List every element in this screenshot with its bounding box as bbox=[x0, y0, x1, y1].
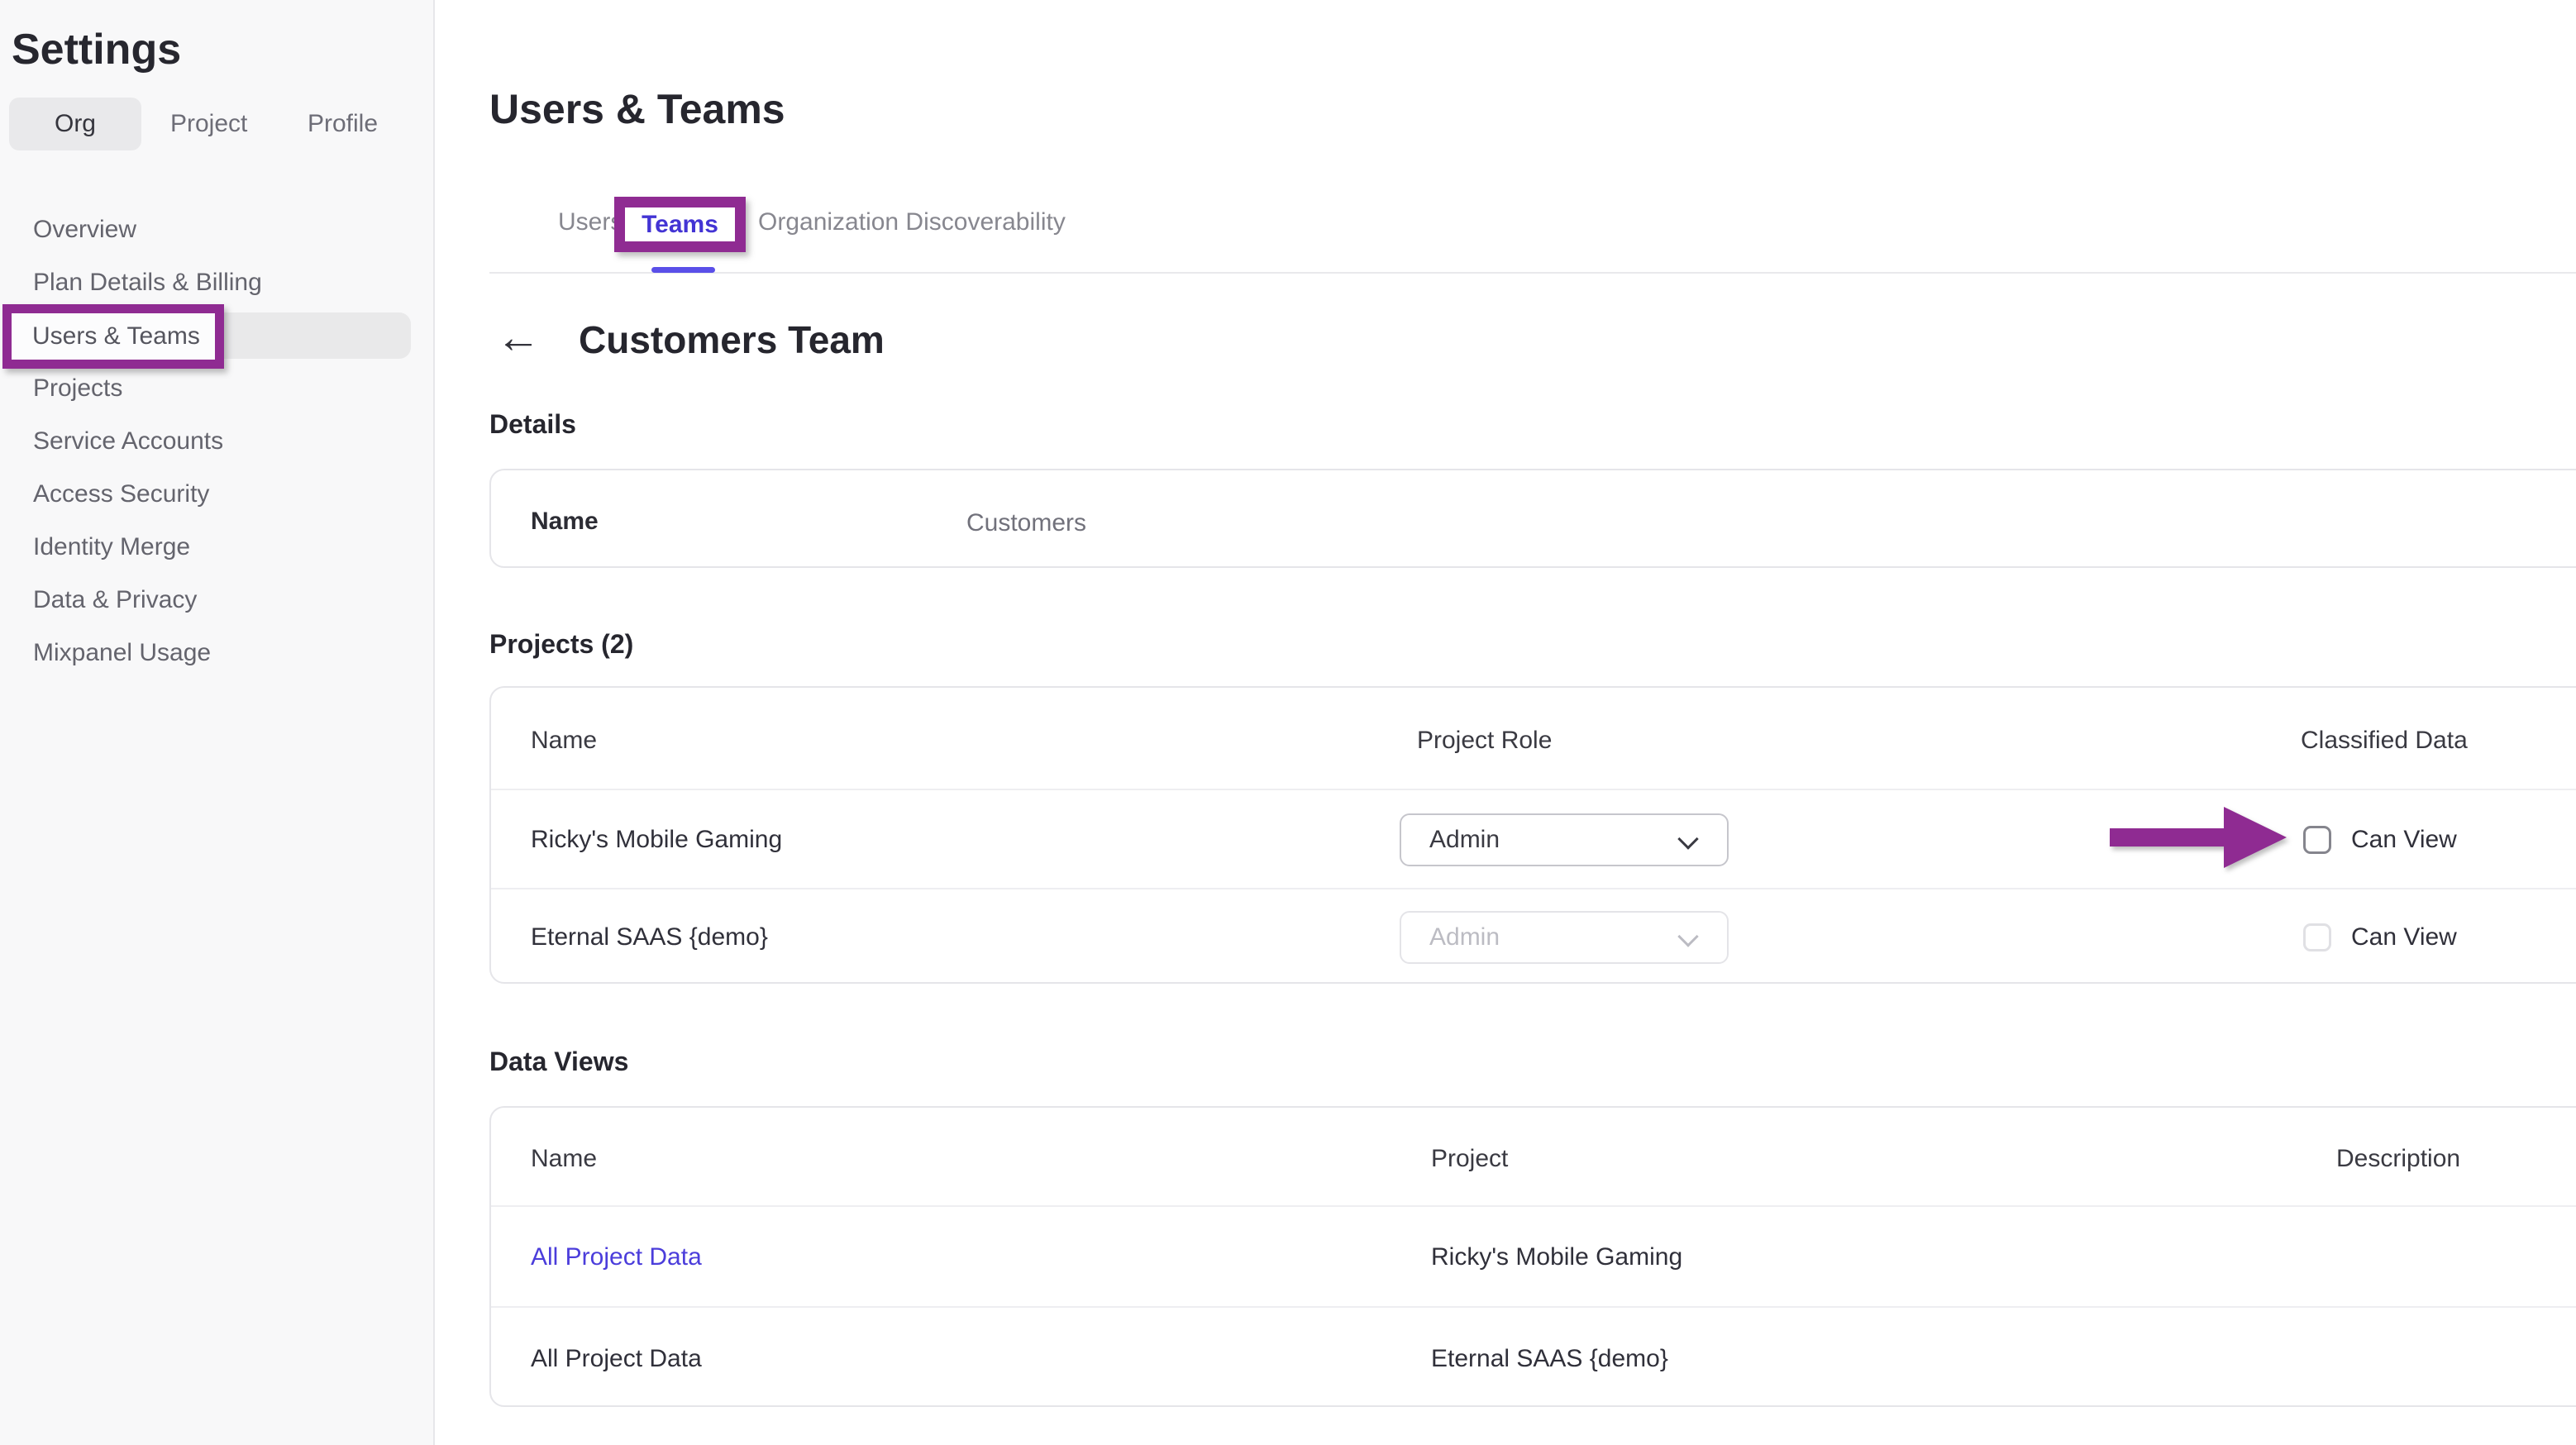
data-views-table: Name Project Description All Project Dat… bbox=[489, 1106, 2576, 1407]
data-view-link[interactable]: All Project Data bbox=[531, 1242, 702, 1272]
scope-tab-project[interactable]: Project bbox=[170, 98, 247, 150]
column-header-project: Project bbox=[1431, 1144, 1508, 1174]
settings-page: Settings Org Project Profile Overview Pl… bbox=[0, 0, 2576, 1445]
can-view-label: Can View bbox=[2351, 825, 2457, 855]
data-view-project: Ricky's Mobile Gaming bbox=[1431, 1242, 1682, 1272]
column-header-description: Description bbox=[2336, 1144, 2460, 1174]
column-header-name: Name bbox=[531, 1144, 597, 1174]
data-view-name[interactable]: All Project Data bbox=[531, 1344, 702, 1374]
page-title: Users & Teams bbox=[489, 86, 785, 132]
tab-organization-discoverability[interactable]: Organization Discoverability bbox=[758, 207, 1066, 237]
projects-heading: Projects (2) bbox=[489, 628, 633, 660]
details-heading: Details bbox=[489, 408, 576, 440]
project-role-select-disabled: Admin bbox=[1400, 911, 1729, 964]
team-title: Customers Team bbox=[579, 318, 885, 361]
sidebar-item-overview[interactable]: Overview bbox=[0, 203, 435, 256]
can-view-checkbox[interactable] bbox=[2303, 923, 2331, 951]
column-header-classified-data: Classified Data bbox=[2301, 726, 2468, 756]
scope-tab-profile[interactable]: Profile bbox=[308, 98, 378, 150]
tab-teams[interactable]: Teams bbox=[642, 210, 718, 240]
annotation-box-users-teams: Users & Teams bbox=[2, 304, 224, 369]
table-row-eternal: Eternal SAAS {demo} Admin Can View bbox=[491, 889, 2576, 985]
project-role-select[interactable]: Admin bbox=[1400, 813, 1729, 866]
can-view-label: Can View bbox=[2351, 923, 2457, 952]
project-name: Ricky's Mobile Gaming bbox=[531, 825, 782, 855]
sidebar-item-plan-details-billing[interactable]: Plan Details & Billing bbox=[0, 256, 435, 309]
can-view-checkbox[interactable] bbox=[2303, 826, 2331, 854]
settings-sidebar: Settings Org Project Profile Overview Pl… bbox=[0, 0, 435, 1445]
sidebar-item-identity-merge[interactable]: Identity Merge bbox=[0, 521, 435, 574]
scope-tab-org[interactable]: Org bbox=[9, 98, 141, 150]
column-header-name: Name bbox=[531, 726, 597, 756]
sidebar-item-data-privacy[interactable]: Data & Privacy bbox=[0, 574, 435, 627]
chevron-down-icon bbox=[1677, 828, 1698, 849]
details-name-value: Customers bbox=[966, 508, 1086, 538]
annotation-box-teams-tab[interactable]: Teams bbox=[614, 197, 746, 252]
details-name-label: Name bbox=[531, 507, 599, 537]
annotation-arrow bbox=[2110, 807, 2287, 868]
sidebar-item-access-security[interactable]: Access Security bbox=[0, 468, 435, 521]
tabs-divider bbox=[489, 272, 2576, 274]
back-arrow-icon[interactable]: ← bbox=[496, 315, 541, 360]
sidebar-title: Settings bbox=[12, 25, 181, 74]
table-row-all-project-data-1: All Project Data Ricky's Mobile Gaming bbox=[491, 1207, 2576, 1308]
details-card: Name Customers bbox=[489, 469, 2576, 568]
chevron-down-icon bbox=[1677, 926, 1698, 947]
sidebar-item-service-accounts[interactable]: Service Accounts bbox=[0, 415, 435, 468]
project-name: Eternal SAAS {demo} bbox=[531, 923, 768, 952]
sidebar-item-projects[interactable]: Projects bbox=[0, 362, 435, 415]
table-row-all-project-data-2: All Project Data Eternal SAAS {demo} bbox=[491, 1308, 2576, 1409]
data-views-heading: Data Views bbox=[489, 1046, 628, 1077]
active-tab-underline bbox=[651, 267, 715, 273]
data-views-header-row: Name Project Description bbox=[491, 1108, 2576, 1207]
projects-header-row: Name Project Role Classified Data bbox=[491, 688, 2576, 790]
data-view-project: Eternal SAAS {demo} bbox=[1431, 1344, 1668, 1374]
column-header-project-role: Project Role bbox=[1417, 726, 1552, 756]
tab-users[interactable]: Users bbox=[558, 207, 623, 237]
sidebar-item-mixpanel-usage[interactable]: Mixpanel Usage bbox=[0, 627, 435, 680]
